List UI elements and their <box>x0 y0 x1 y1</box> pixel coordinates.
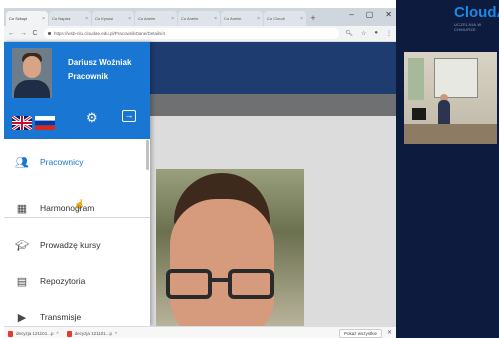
browser-tab[interactable]: Co Aneim × <box>178 11 220 26</box>
play-icon: ▶ <box>17 311 27 324</box>
pdf-file-icon <box>66 330 72 337</box>
toolbar-icons: 🔍︎ ☆ ● ⋮ <box>345 30 392 37</box>
download-bar: decyzja 121101...p ^ decyzja 121101...p ^ … <box>4 326 396 338</box>
nav-item-label: Repozytoria <box>40 276 86 286</box>
close-tab-icon[interactable]: × <box>257 16 260 26</box>
lecturer-video <box>404 52 497 144</box>
close-tab-icon[interactable]: × <box>214 16 217 26</box>
close-tab-icon[interactable]: × <box>128 16 131 26</box>
forward-button[interactable]: → <box>20 30 27 37</box>
app-header <box>150 42 396 94</box>
nav-item-pracownicy[interactable]: 👥︎ Pracownicy <box>4 148 150 176</box>
russian-flag-icon[interactable] <box>35 116 55 130</box>
user-name: Dariusz Woźniak <box>68 58 132 67</box>
calendar-icon: ▦ <box>16 202 28 215</box>
browser-tab[interactable]: Co Kysusi × <box>92 11 134 26</box>
side-drawer: Dariusz Woźniak Pracownik ⚙ → 👥︎ Pracown… <box>4 42 150 326</box>
close-tab-icon[interactable]: × <box>42 16 45 26</box>
pdf-file-icon <box>8 330 13 337</box>
nav-item-prowadze-kursy[interactable]: 🎓︎ Prowadzę kursy <box>4 231 150 259</box>
close-tab-icon[interactable]: × <box>171 16 174 26</box>
brand-logo: CloudA <box>454 4 499 21</box>
nav-item-label: Prowadzę kursy <box>40 240 101 250</box>
browser-tab[interactable]: Co Aneim × <box>221 11 263 26</box>
nav-item-label: Pracownicy <box>40 157 84 167</box>
account-icon[interactable]: ● <box>374 30 378 37</box>
brand-tagline: UCZELNIA W CHMURZE <box>454 22 482 32</box>
zoom-icon[interactable]: 🔍︎ <box>345 30 353 37</box>
star-icon[interactable]: ☆ <box>361 30 366 37</box>
new-tab-button[interactable]: + <box>307 11 319 26</box>
browser-tab[interactable]: Co Szkopi × <box>6 11 48 26</box>
menu-icon[interactable]: ⋮ <box>386 30 392 37</box>
close-tab-icon[interactable]: × <box>85 16 88 26</box>
browser-window: Co Szkopi × Co Napisz × Co Kysusi × Co Anei… <box>4 8 396 338</box>
nav-item-label: Transmisje <box>40 312 82 322</box>
show-all-button[interactable]: Pokaż wszystkie <box>338 329 382 338</box>
user-role: Pracownik <box>68 72 109 81</box>
reload-button[interactable]: C <box>32 30 38 37</box>
chevron-up-icon[interactable]: ^ <box>115 331 117 336</box>
school-icon: 🎓︎ <box>15 239 29 252</box>
profile-header: Dariusz Woźniak Pracownik ⚙ → <box>4 42 150 139</box>
nav-item-label: Harmonogram <box>40 203 95 213</box>
maximize-button[interactable]: ▢ <box>366 10 374 19</box>
nav-item-repozytoria[interactable]: ▤ Repozytoria <box>4 267 150 295</box>
chevron-up-icon[interactable]: ^ <box>56 331 58 336</box>
back-button[interactable]: ← <box>8 30 15 37</box>
close-window-button[interactable]: ✕ <box>385 10 392 19</box>
nav-item-harmonogram[interactable]: ▦ Harmonogram <box>4 194 150 222</box>
window-controls: – ▢ ✕ <box>349 10 392 19</box>
minimize-button[interactable]: – <box>349 10 353 19</box>
settings-gear-icon[interactable]: ⚙ <box>86 110 98 126</box>
repository-icon: ▤ <box>16 275 28 288</box>
url-input[interactable]: https://wsb-nlu.cloudae.edu.pl/Pracownik… <box>44 28 340 39</box>
browser-tab[interactable]: Co Aneim × <box>135 11 177 26</box>
people-icon: 👥︎ <box>15 156 29 169</box>
browser-tab[interactable]: Co Cloudi × <box>264 11 306 26</box>
browser-tab[interactable]: Co Napisz × <box>49 11 91 26</box>
download-item[interactable]: decyzja 121101...p ^ <box>8 330 59 337</box>
avatar <box>12 48 52 98</box>
address-bar: ← → C https://wsb-nlu.cloudae.edu.pl/Pra… <box>4 26 396 42</box>
tab-bar: Co Szkopi × Co Napisz × Co Kysusi × Co Anei… <box>4 8 396 26</box>
close-download-bar-icon[interactable]: ✕ <box>387 329 392 336</box>
presentation-panel <box>396 0 499 338</box>
sub-header <box>150 94 396 116</box>
english-flag-icon[interactable] <box>12 116 32 130</box>
employee-photo <box>156 169 304 327</box>
close-tab-icon[interactable]: × <box>300 16 303 26</box>
download-item[interactable]: decyzja 121101...p ^ <box>66 330 117 337</box>
page-content: Dariusz Woźniak Pracownik ⚙ → 👥︎ Pracown… <box>4 42 396 328</box>
logout-icon[interactable]: → <box>122 110 136 122</box>
